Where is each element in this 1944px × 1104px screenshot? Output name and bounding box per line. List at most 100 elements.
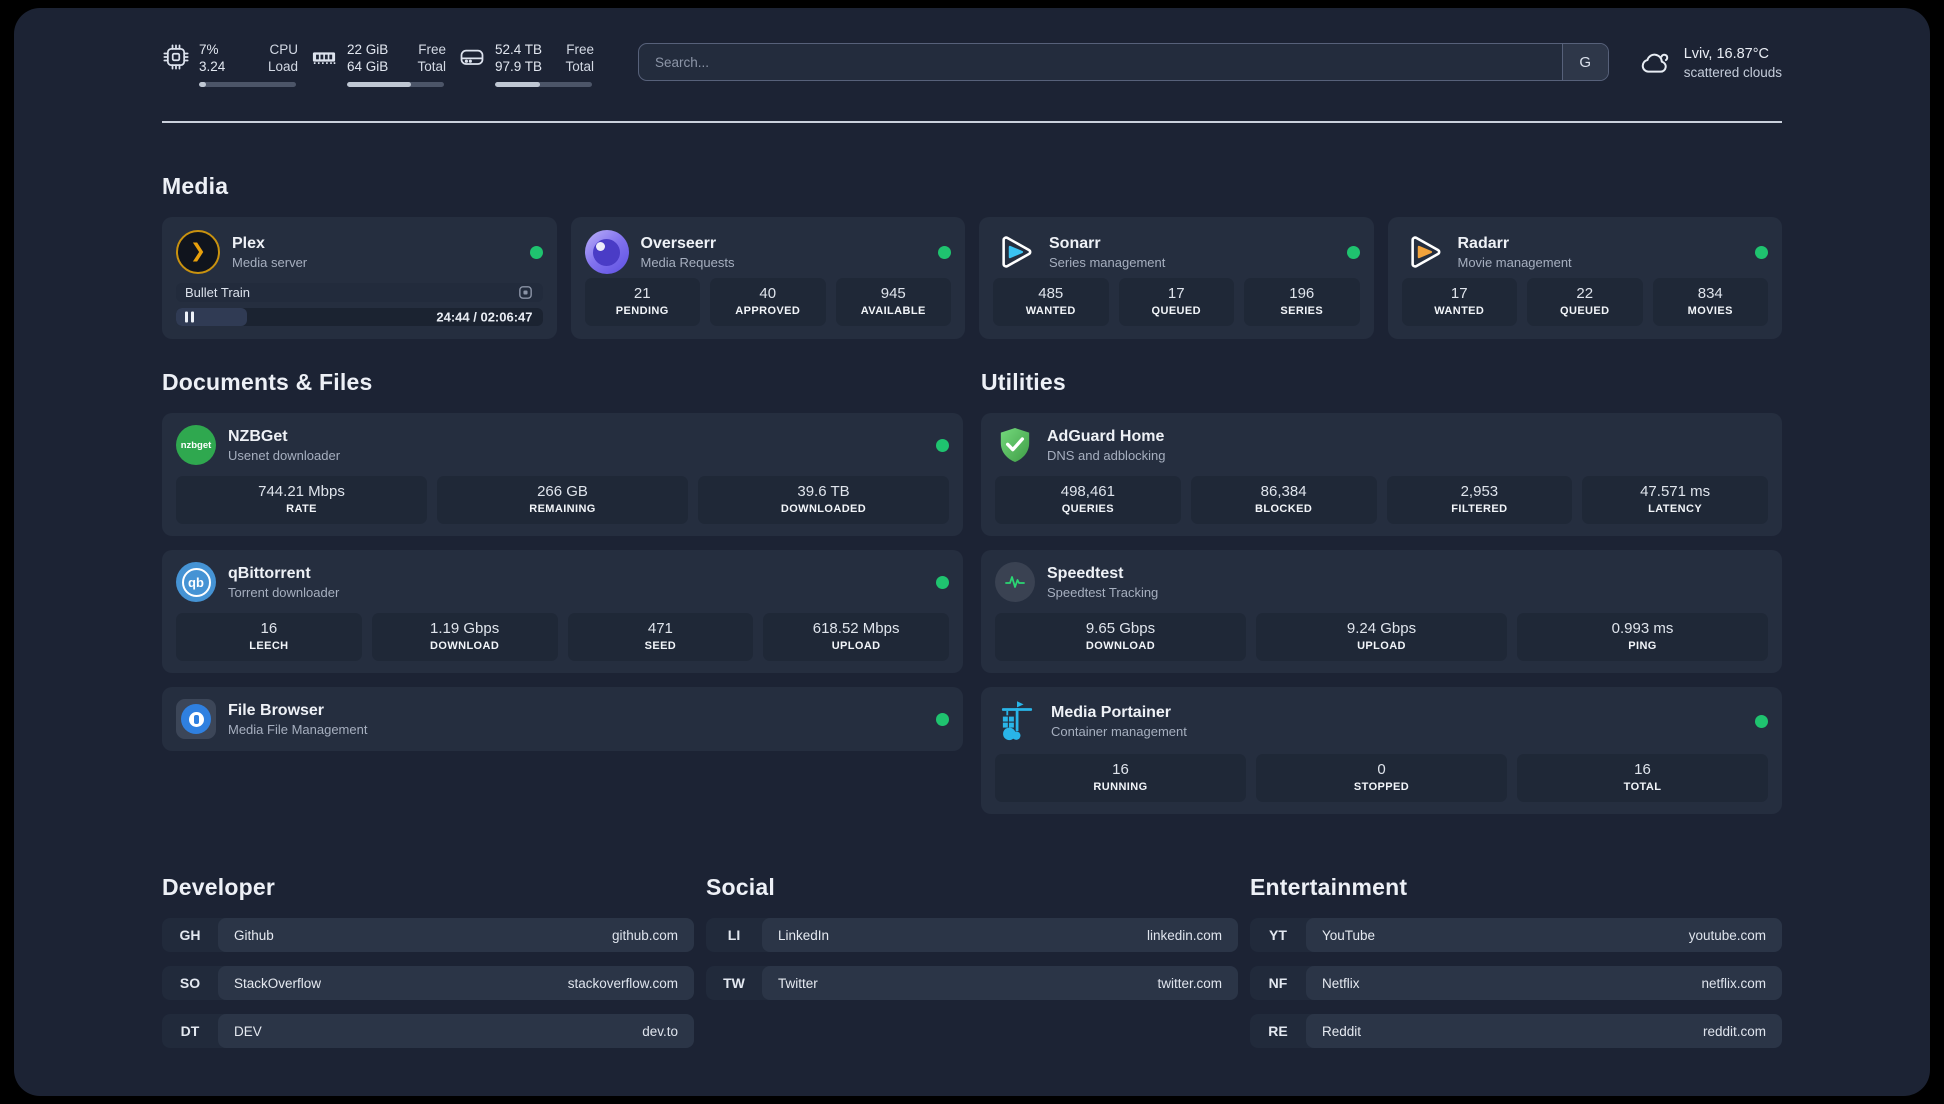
app-description: Media File Management [228,722,368,737]
app-name: Media Portainer [1051,704,1172,721]
app-card-overseerr[interactable]: Overseerr Media Requests 21 PENDING 40 APP… [570,217,965,339]
ram-progress-bar [347,82,444,87]
app-card-portainer[interactable]: Media Portainer Container management 16 R… [981,687,1782,814]
stat-tile: 0.993 ms PING [1517,613,1768,661]
cpu-label: CPU [269,42,298,57]
link-abbr: SO [179,975,201,991]
app-description: Media server [232,255,308,270]
cpu-stat: 7% 3.24 CPU Load [162,41,298,87]
ram-free-label: Free [418,42,446,57]
link-abbr: TW [723,975,745,991]
status-online-dot [936,438,949,452]
app-name: AdGuard Home [1047,428,1165,445]
status-online-dot [1755,245,1768,259]
link-url: reddit.com [1702,1023,1766,1039]
link-dev[interactable]: DT DEV dev.to [162,1014,694,1048]
playback-time: 24:44 / 02:06:47 [436,309,533,325]
cpu-icon [163,44,189,70]
link-reddit[interactable]: RE Reddit reddit.com [1250,1014,1782,1048]
status-online-dot [938,245,951,259]
app-card-speedtest[interactable]: Speedtest Speedtest Tracking 9.65 Gbps DO… [981,550,1782,673]
cpu-percent: 7% [199,42,219,57]
link-twitter[interactable]: TW Twitter twitter.com [706,966,1238,1000]
link-name: LinkedIn [778,927,830,943]
section-title-utilities: Utilities [981,369,1066,395]
status-online-dot [1346,245,1360,259]
section-title-entertainment: Entertainment [1250,874,1408,900]
disk-total-value: 97.9 TB [495,59,543,74]
disk-free-label: Free [566,42,594,57]
app-description: Series management [1049,255,1166,270]
stat-tile: 498,461 QUERIES [995,476,1181,524]
stat-tile: 21 PENDING [584,278,700,326]
stat-tile: 17 QUEUED [1118,278,1234,326]
now-playing-title: Bullet Train [185,284,251,300]
link-youtube[interactable]: YT YouTube youtube.com [1250,918,1782,952]
app-card-qbittorrent[interactable]: qb qBittorrent Torrent downloader 16 LEEC… [162,550,963,673]
stat-tile: 17 WANTED [1401,278,1517,326]
app-card-sonarr[interactable]: Sonarr Series management 485 WANTED 17 QUE… [979,217,1374,339]
link-abbr: GH [179,927,201,943]
cpu-progress-bar [199,82,296,87]
ram-total-value: 64 GiB [347,59,389,74]
status-online-dot [936,712,949,726]
link-linkedin[interactable]: LI LinkedIn linkedin.com [706,918,1238,952]
app-card-radarr[interactable]: Radarr Movie management 17 WANTED 22 QUEUE… [1387,217,1782,339]
overseerr-logo [584,230,629,274]
link-abbr: YT [1269,927,1287,943]
app-card-nzbget[interactable]: nzbget NZBGet Usenet downloader 744.21 M… [162,413,963,536]
plex-logo: ❯ [176,230,220,274]
app-card-plex[interactable]: ❯ Plex Media server Bullet Train 24:44 /… [162,217,557,339]
cloud-icon [1641,53,1668,73]
link-url: stackoverflow.com [567,975,678,991]
link-url: dev.to [642,1023,678,1039]
stat-tile: 16 TOTAL [1517,754,1768,802]
cast-icon[interactable] [517,284,534,301]
stat-tile: 22 QUEUED [1527,278,1643,326]
search-input[interactable] [639,44,1562,80]
link-abbr: NF [1268,975,1288,991]
portainer-logo [1001,701,1033,741]
link-abbr: RE [1268,1023,1288,1039]
dashboard-panel: 7% 3.24 CPU Load 22 GiB 64 GiB Free Tota… [14,8,1930,1096]
stat-tile: 2,953 FILTERED [1386,476,1573,524]
app-description: Torrent downloader [228,585,340,600]
link-url: netflix.com [1701,975,1766,991]
link-url: github.com [611,927,678,943]
link-netflix[interactable]: NF Netflix netflix.com [1250,966,1782,1000]
link-url: twitter.com [1157,975,1222,991]
section-title-social: Social [706,874,775,900]
stat-tile: 471 SEED [567,613,754,661]
stat-tile: 266 GB REMAINING [437,476,688,524]
app-card-adguard[interactable]: AdGuard Home DNS and adblocking 498,461 Q… [981,413,1782,536]
link-abbr: LI [727,927,741,943]
disk-stat: 52.4 TB 97.9 TB Free Total [458,41,594,87]
stat-tile: 9.65 Gbps DOWNLOAD [995,613,1246,661]
ram-total-label: Total [417,59,446,74]
search-bar: G [638,43,1609,81]
links-column-social: Social LI LinkedIn linkedin.com TW Twitte… [706,874,1238,1048]
section-title-media: Media [162,173,229,199]
link-github[interactable]: GH Github github.com [162,918,694,952]
now-playing-row: Bullet Train [176,283,543,302]
app-card-filebrowser[interactable]: File Browser Media File Management [162,687,963,751]
stat-tile: 485 WANTED [993,278,1109,326]
app-name: Sonarr [1049,235,1101,252]
media-cards-row: ❯ Plex Media server Bullet Train 24:44 /… [162,217,1782,339]
cpu-load-value: 3.24 [199,59,226,74]
stat-tile: 16 RUNNING [995,754,1246,802]
link-name: Twitter [778,975,818,991]
stat-tile: 0 STOPPED [1256,754,1507,802]
app-description: Media Requests [640,255,735,270]
pause-icon[interactable] [185,311,194,323]
stat-tile: 196 SERIES [1244,278,1360,326]
stat-tile: 47.571 ms LATENCY [1582,476,1768,524]
search-engine-button[interactable]: G [1561,44,1608,80]
cpu-load-label: Load [267,59,298,74]
weather-condition: scattered clouds [1683,64,1782,80]
ram-icon [312,52,336,64]
link-name: Reddit [1322,1023,1362,1039]
playback-progress-bar[interactable]: 24:44 / 02:06:47 [176,307,543,326]
link-stackoverflow[interactable]: SO StackOverflow stackoverflow.com [162,966,694,1000]
utilities-column: Utilities AdGuard Home DNS and adblockin… [981,369,1782,814]
